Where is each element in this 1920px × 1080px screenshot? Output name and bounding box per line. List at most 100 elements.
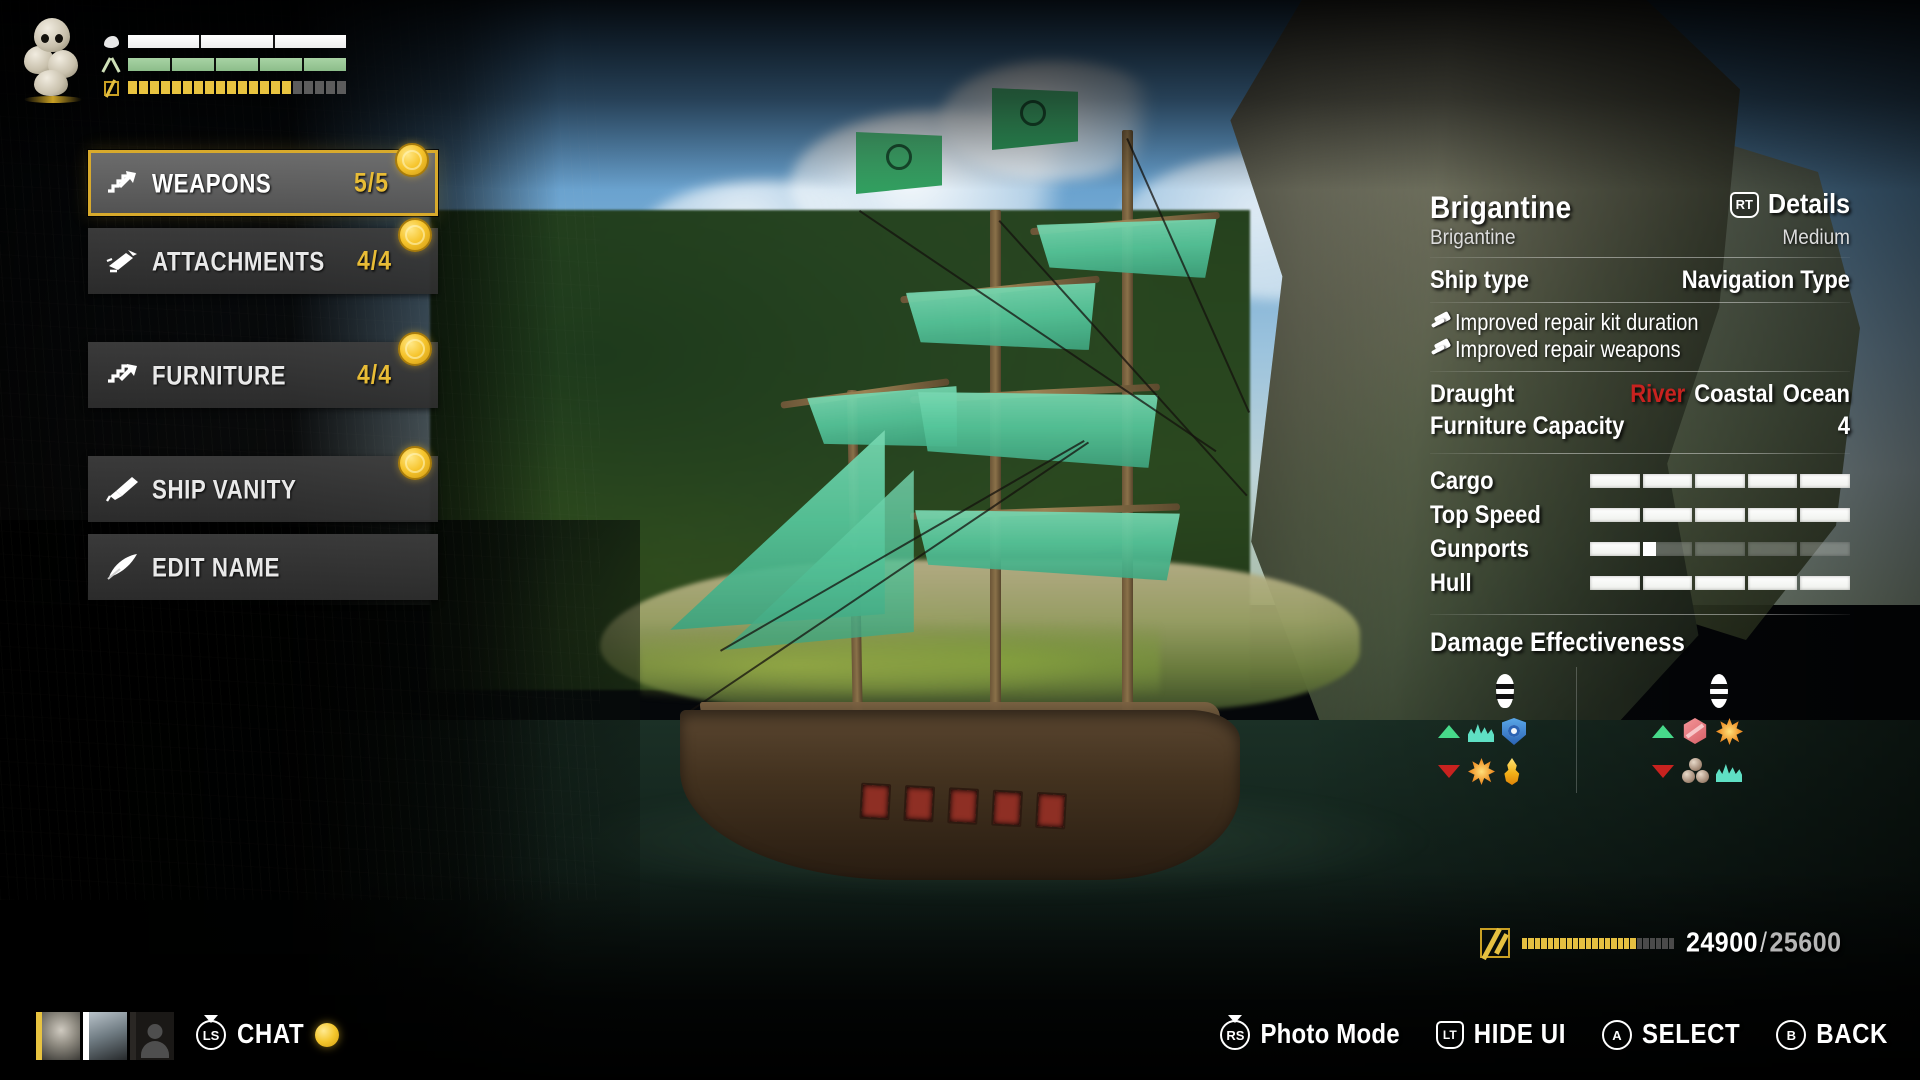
prompt-hide-ui[interactable]: LT HIDE UI bbox=[1435, 1019, 1566, 1050]
menu-item-label: WEAPONS bbox=[152, 167, 272, 198]
menu-item-label: SHIP VANITY bbox=[152, 473, 297, 504]
ship-info-panel: Brigantine RT Details Brigantine Medium … bbox=[1430, 189, 1850, 793]
stat-bar bbox=[1590, 474, 1850, 488]
ship-type-label: Ship type bbox=[1430, 265, 1530, 294]
ship-title-row: Brigantine RT Details bbox=[1430, 189, 1850, 225]
skull bbox=[34, 18, 70, 52]
prompt-photo-mode[interactable]: RS Photo Mode bbox=[1220, 1015, 1400, 1050]
infamy-bar-track bbox=[128, 81, 346, 94]
hide-ui-label: HIDE UI bbox=[1473, 1019, 1566, 1050]
divider bbox=[1430, 302, 1850, 303]
crew-slot-mate[interactable] bbox=[83, 1012, 127, 1060]
menu-item-ship-vanity[interactable]: SHIP VANITY bbox=[88, 446, 438, 522]
divider bbox=[1430, 371, 1850, 372]
menu-item-label: FURNITURE bbox=[152, 359, 287, 390]
damage-column-explosive bbox=[1644, 671, 1794, 791]
gunport bbox=[859, 782, 892, 821]
stat-row-cargo: Cargo bbox=[1430, 464, 1850, 498]
ship-customization-menu: WEAPONS 5/5 ATTACHMENTS 4/4 FURNITURE 4/… bbox=[88, 143, 438, 612]
quill-icon bbox=[106, 553, 140, 581]
sail bbox=[915, 510, 1180, 581]
chat-button[interactable]: LS CHAT bbox=[196, 1015, 340, 1050]
stat-bar bbox=[1590, 576, 1850, 590]
infamy-separator: / bbox=[1760, 927, 1768, 958]
crew-slot-captain[interactable] bbox=[36, 1012, 80, 1060]
infamy-current: 24900 bbox=[1686, 927, 1759, 958]
flooding-icon bbox=[1716, 758, 1742, 784]
ship-type-row: Ship type Navigation Type bbox=[1430, 265, 1850, 294]
draught-row: Draught River Coastal Ocean bbox=[1430, 379, 1850, 408]
b-glyph-label: B bbox=[1786, 1027, 1796, 1043]
sail bbox=[918, 392, 1158, 468]
photo-mode-label: Photo Mode bbox=[1260, 1019, 1400, 1050]
stat-row-top-speed: Top Speed bbox=[1430, 498, 1850, 532]
prompt-back[interactable]: B BACK bbox=[1776, 1019, 1888, 1050]
divider bbox=[1430, 453, 1850, 454]
select-label: SELECT bbox=[1641, 1019, 1741, 1050]
navigation-type-label: Navigation Type bbox=[1681, 265, 1850, 294]
rt-button-icon: RT bbox=[1729, 191, 1760, 218]
upgrade-available-coin-icon bbox=[395, 143, 429, 177]
a-glyph-label: A bbox=[1612, 1027, 1622, 1043]
menu-item-count: 4/4 bbox=[357, 245, 392, 276]
skull-stack-icon bbox=[22, 16, 84, 103]
furniture-capacity-label: Furniture Capacity bbox=[1430, 411, 1625, 440]
details-button[interactable]: RT Details bbox=[1729, 189, 1850, 219]
stat-label: Hull bbox=[1430, 568, 1472, 597]
menu-item-attachments[interactable]: ATTACHMENTS 4/4 bbox=[88, 218, 438, 294]
stat-label: Cargo bbox=[1430, 466, 1494, 495]
hammer-icon bbox=[1430, 338, 1452, 361]
furniture-capacity-value: 4 bbox=[1837, 411, 1850, 440]
fire-icon bbox=[1502, 758, 1528, 785]
upgrade-available-coin-icon bbox=[398, 446, 432, 480]
draught-option-ocean: Ocean bbox=[1782, 379, 1850, 408]
lt-glyph-label: LT bbox=[1442, 1028, 1457, 1042]
chat-label: CHAT bbox=[237, 1019, 305, 1050]
bottom-action-bar: LS CHAT RS Photo Mode LT HIDE UI A SELEC… bbox=[0, 992, 1920, 1080]
prompt-select[interactable]: A SELECT bbox=[1601, 1019, 1741, 1050]
trend-up-icon bbox=[1652, 724, 1674, 738]
button-prompts: RS Photo Mode LT HIDE UI A SELECT B BACK bbox=[1220, 1015, 1888, 1050]
trend-up-icon bbox=[1438, 724, 1460, 738]
perk-row: Improved repair kit duration bbox=[1430, 310, 1850, 336]
damage-effectiveness-title: Damage Effectiveness bbox=[1430, 627, 1685, 658]
b-button-icon: B bbox=[1776, 1020, 1807, 1050]
hud-bars bbox=[101, 32, 346, 101]
trend-down-icon bbox=[1652, 764, 1674, 778]
damage-effectiveness-grid bbox=[1430, 667, 1850, 793]
infamy-badge-icon bbox=[1480, 928, 1510, 958]
hammer-icon bbox=[1430, 311, 1452, 334]
gunport bbox=[991, 789, 1024, 828]
paintbrush-icon bbox=[105, 475, 140, 503]
draught-option-coastal: Coastal bbox=[1694, 379, 1774, 408]
damage-strength-row bbox=[1430, 711, 1580, 751]
menu-item-weapons[interactable]: WEAPONS 5/5 bbox=[88, 143, 438, 216]
weapon-upgrade-icon bbox=[106, 169, 140, 197]
morale-icon bbox=[102, 33, 122, 51]
flooding-icon bbox=[1468, 718, 1494, 744]
game-screen: WEAPONS 5/5 ATTACHMENTS 4/4 FURNITURE 4/… bbox=[0, 0, 1920, 1080]
infamy-icon bbox=[102, 78, 122, 98]
upgrade-available-coin-icon bbox=[398, 332, 432, 366]
explosive-icon bbox=[1716, 718, 1743, 745]
menu-item-furniture[interactable]: FURNITURE 4/4 bbox=[88, 332, 438, 408]
upgrade-available-coin-icon bbox=[398, 218, 432, 252]
empty-slot bbox=[136, 1012, 174, 1060]
player-hud bbox=[14, 12, 354, 104]
menu-item-edit-name[interactable]: EDIT NAME bbox=[88, 534, 438, 600]
menu-item-label: ATTACHMENTS bbox=[152, 245, 325, 276]
piercing-icon bbox=[1682, 718, 1708, 744]
rs-glyph-label: RS bbox=[1226, 1027, 1245, 1043]
crew-slot-empty[interactable] bbox=[130, 1012, 174, 1060]
food-bar-track bbox=[128, 58, 346, 71]
skull-base bbox=[24, 96, 82, 103]
stat-row-gunports: Gunports bbox=[1430, 532, 1850, 566]
gunport bbox=[947, 787, 980, 825]
perk-label: Improved repair kit duration bbox=[1455, 310, 1699, 336]
trend-down-icon bbox=[1438, 764, 1460, 778]
shield-ward-icon bbox=[1502, 718, 1528, 745]
avatar bbox=[89, 1012, 127, 1060]
perk-label: Improved repair weapons bbox=[1455, 337, 1681, 363]
explosive-shell-icon bbox=[1644, 671, 1794, 711]
perk-row: Improved repair weapons bbox=[1430, 337, 1850, 363]
